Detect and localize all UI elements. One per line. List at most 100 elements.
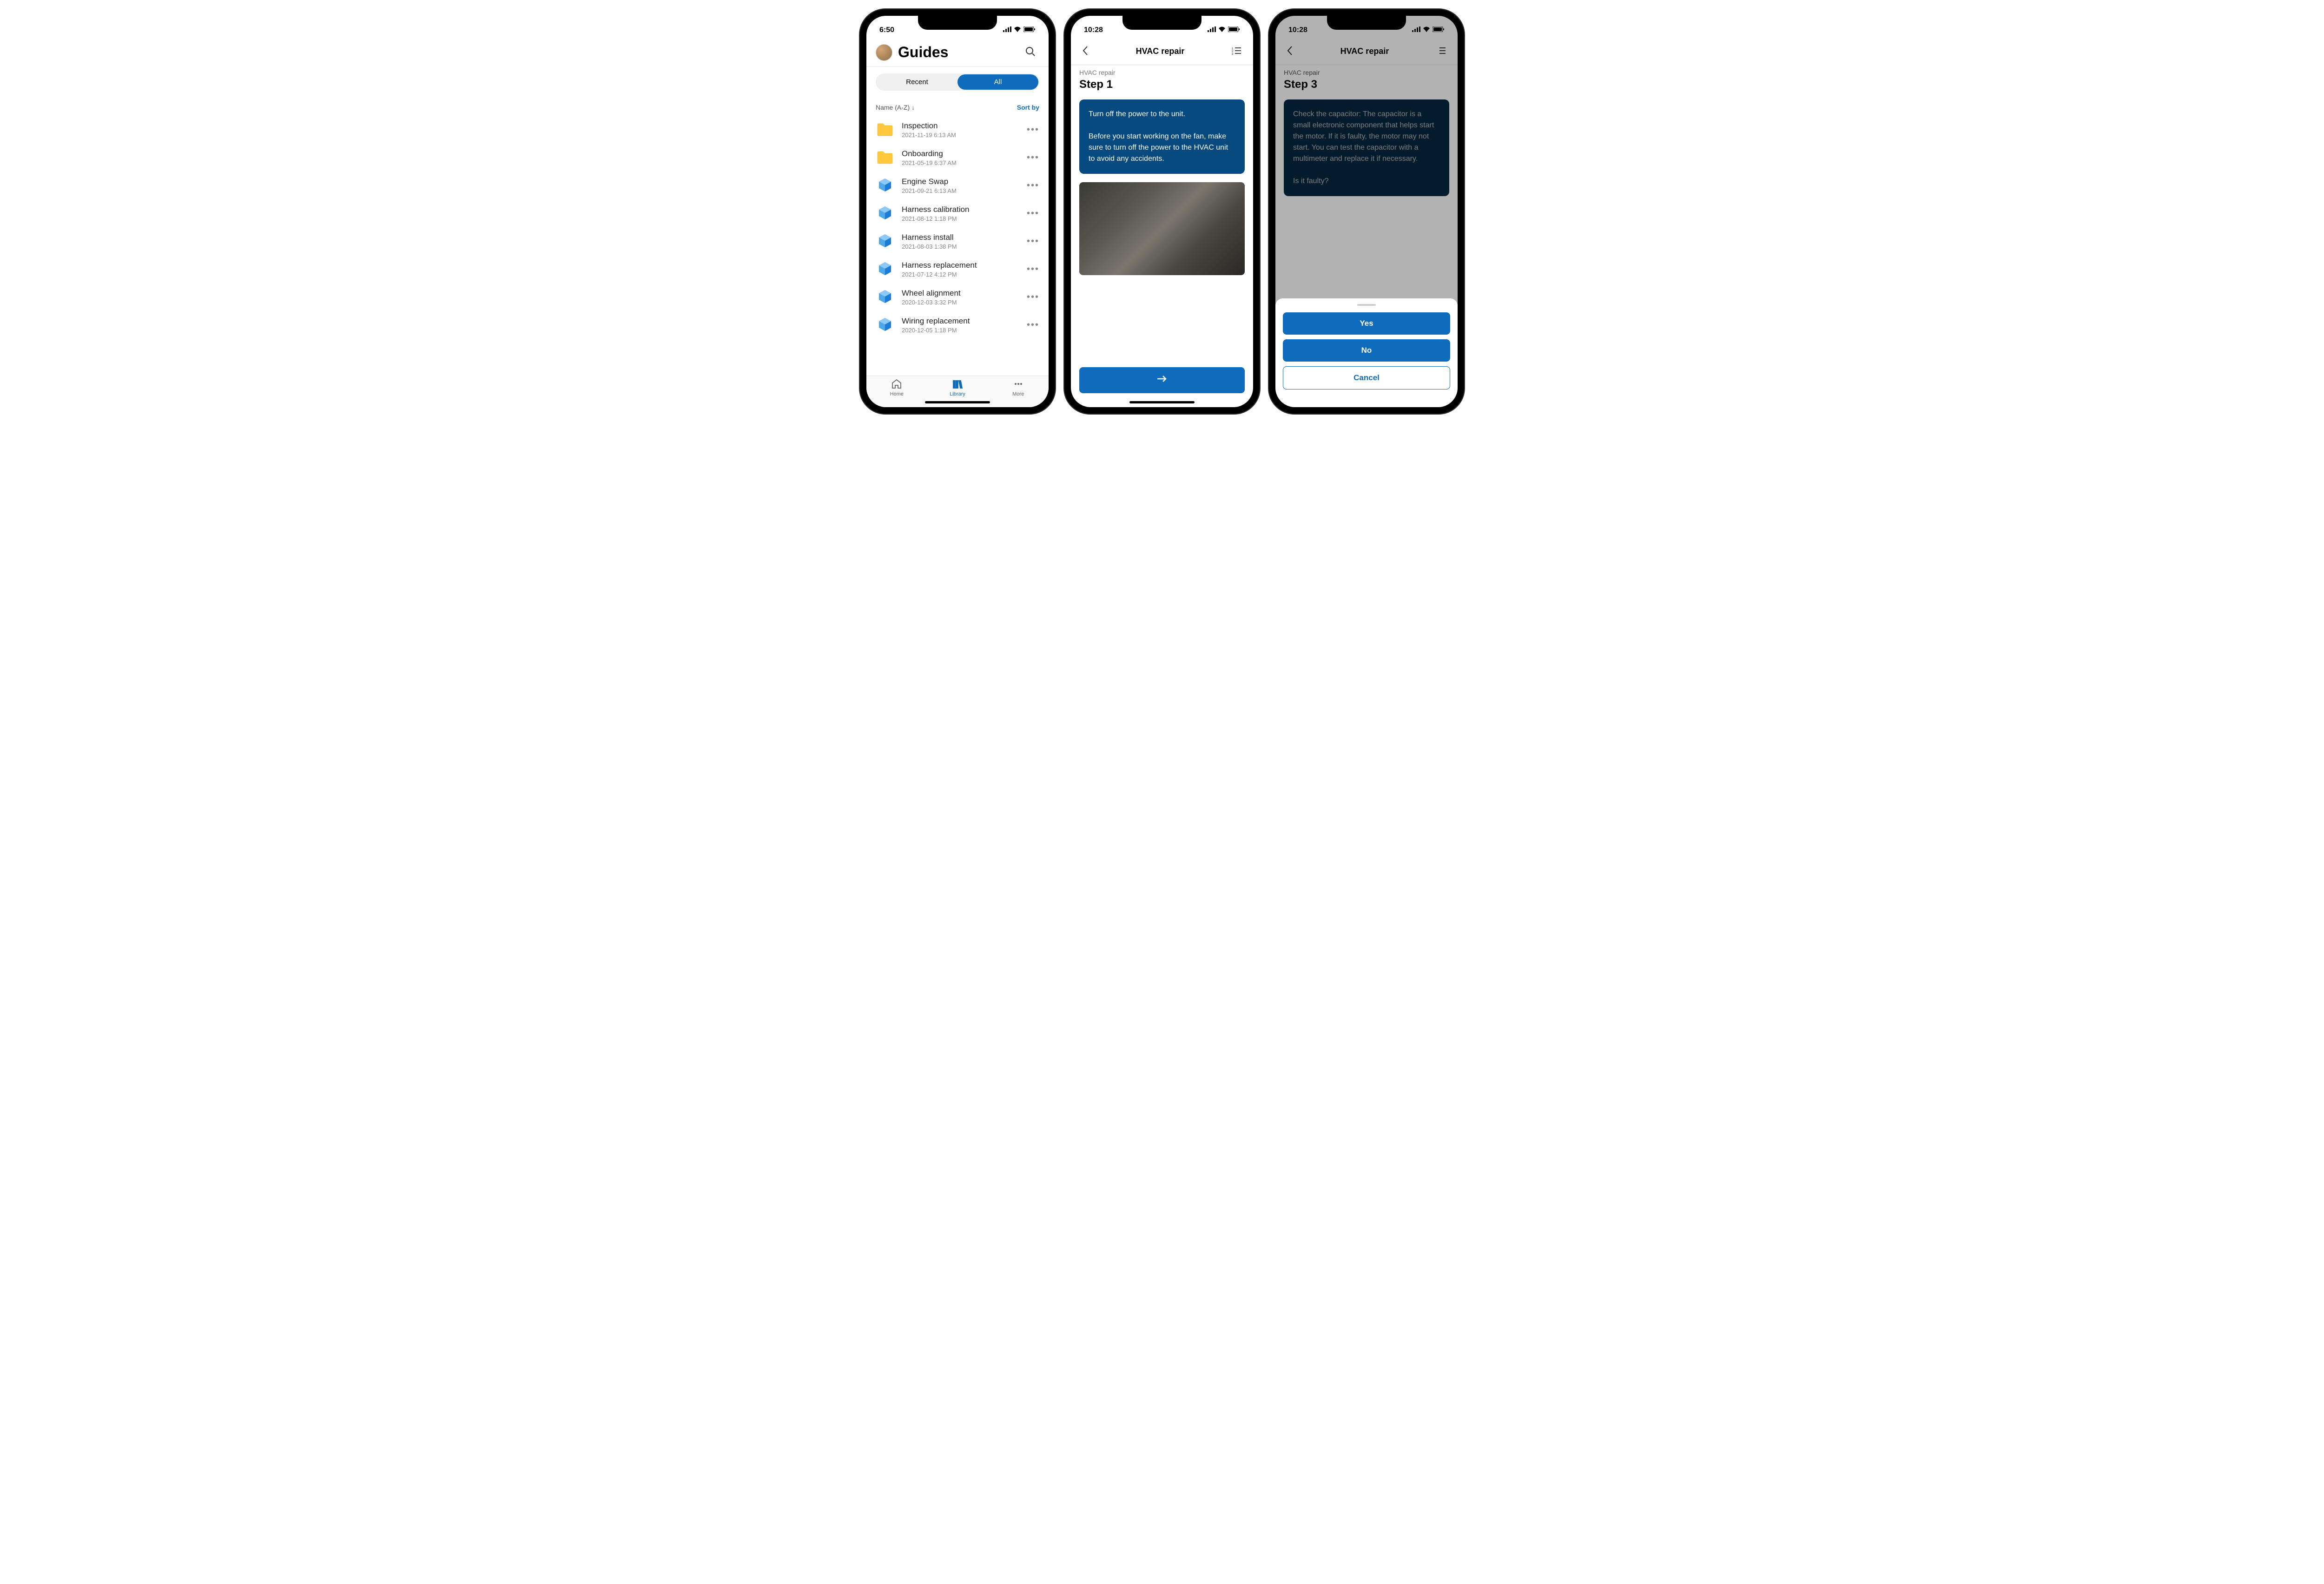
guide-icon bbox=[876, 288, 894, 306]
arrow-down-icon: ↓ bbox=[911, 104, 915, 111]
item-title: Harness install bbox=[902, 233, 1019, 242]
sheet-no-button[interactable]: No bbox=[1283, 339, 1450, 362]
notch bbox=[1122, 16, 1202, 30]
header-title: HVAC repair bbox=[1136, 46, 1185, 56]
item-body: Harness replacement2021-07-12 4:12 PM bbox=[902, 261, 1019, 278]
home-indicator[interactable] bbox=[925, 401, 990, 403]
wifi-icon bbox=[1014, 26, 1021, 34]
step-content[interactable]: HVAC repair Step 1 Turn off the power to… bbox=[1071, 65, 1253, 367]
sheet-yes-button[interactable]: Yes bbox=[1283, 312, 1450, 335]
item-body: Onboarding2021-05-19 6:37 AM bbox=[902, 149, 1019, 166]
step-header: HVAC repair 123 bbox=[1071, 38, 1253, 65]
sheet-cancel-button[interactable]: Cancel bbox=[1283, 366, 1450, 389]
notch bbox=[918, 16, 997, 30]
guide-icon bbox=[876, 260, 894, 278]
folder-icon bbox=[876, 148, 894, 167]
folder-icon bbox=[876, 120, 894, 139]
phone-frame-1: 6:50 Guides bbox=[860, 9, 1055, 414]
divider bbox=[866, 66, 1049, 67]
item-more-button[interactable]: ••• bbox=[1027, 208, 1039, 219]
notch bbox=[1327, 16, 1406, 30]
battery-icon bbox=[1228, 26, 1240, 34]
tab-library[interactable]: Library bbox=[927, 379, 988, 397]
tab-home[interactable]: Home bbox=[866, 379, 927, 397]
item-subtitle: 2021-11-19 6:13 AM bbox=[902, 132, 1019, 139]
item-subtitle: 2021-07-12 4:12 PM bbox=[902, 271, 1019, 278]
screen-step3: 10:28 HVAC repair HVAC repair Step 3 Che… bbox=[1275, 16, 1458, 407]
item-more-button[interactable]: ••• bbox=[1027, 320, 1039, 330]
item-title: Onboarding bbox=[902, 149, 1019, 158]
sort-by-button[interactable]: Sort by bbox=[1017, 104, 1039, 111]
list-item[interactable]: Engine Swap2021-09-21 6:13 AM ••• bbox=[866, 172, 1049, 199]
item-title: Wiring replacement bbox=[902, 317, 1019, 326]
chevron-left-icon bbox=[1082, 50, 1089, 57]
item-title: Harness replacement bbox=[902, 261, 1019, 270]
item-title: Wheel alignment bbox=[902, 289, 1019, 298]
item-subtitle: 2021-05-19 6:37 AM bbox=[902, 159, 1019, 166]
step-image[interactable] bbox=[1079, 182, 1245, 275]
list-item[interactable]: Harness install2021-08-03 1:38 PM ••• bbox=[866, 227, 1049, 255]
item-subtitle: 2021-08-12 1:18 PM bbox=[902, 215, 1019, 222]
list-item[interactable]: Wheel alignment2020-12-03 3:32 PM ••• bbox=[866, 283, 1049, 311]
segment-all[interactable]: All bbox=[957, 74, 1038, 90]
item-more-button[interactable]: ••• bbox=[1027, 236, 1039, 247]
avatar[interactable] bbox=[876, 44, 892, 61]
item-more-button[interactable]: ••• bbox=[1027, 152, 1039, 163]
list-item[interactable]: Inspection2021-11-19 6:13 AM ••• bbox=[866, 116, 1049, 144]
phone-frame-3: 10:28 HVAC repair HVAC repair Step 3 Che… bbox=[1269, 9, 1464, 414]
guide-name: HVAC repair bbox=[1079, 69, 1245, 76]
signal-icon bbox=[1208, 26, 1216, 34]
guides-list[interactable]: Inspection2021-11-19 6:13 AM•••Onboardin… bbox=[866, 116, 1049, 376]
guide-icon bbox=[876, 176, 894, 195]
item-title: Engine Swap bbox=[902, 177, 1019, 186]
battery-icon bbox=[1023, 26, 1036, 34]
segment-recent[interactable]: Recent bbox=[877, 74, 957, 90]
item-subtitle: 2021-09-21 6:13 AM bbox=[902, 187, 1019, 194]
sort-row: Name (A-Z) ↓ Sort by bbox=[866, 97, 1049, 116]
item-subtitle: 2020-12-03 3:32 PM bbox=[902, 299, 1019, 306]
svg-text:3: 3 bbox=[1232, 53, 1234, 55]
guide-icon bbox=[876, 204, 894, 223]
sheet-handle[interactable] bbox=[1357, 304, 1376, 306]
home-indicator[interactable] bbox=[1129, 401, 1195, 403]
item-subtitle: 2020-12-05 1:18 PM bbox=[902, 327, 1019, 334]
item-body: Inspection2021-11-19 6:13 AM bbox=[902, 121, 1019, 139]
segment-control: Recent All bbox=[876, 73, 1039, 91]
item-body: Harness install2021-08-03 1:38 PM bbox=[902, 233, 1019, 250]
search-button[interactable] bbox=[1022, 43, 1039, 62]
tab-more[interactable]: More bbox=[988, 379, 1049, 397]
step-list-button[interactable]: 123 bbox=[1229, 43, 1245, 59]
item-title: Inspection bbox=[902, 121, 1019, 131]
arrow-right-icon bbox=[1156, 375, 1168, 385]
item-more-button[interactable]: ••• bbox=[1027, 125, 1039, 135]
home-icon bbox=[891, 383, 902, 390]
list-item[interactable]: Onboarding2021-05-19 6:37 AM ••• bbox=[866, 144, 1049, 172]
list-item[interactable]: Harness calibration2021-08-12 1:18 PM ••• bbox=[866, 199, 1049, 227]
step-instruction-card: Turn off the power to the unit. Before y… bbox=[1079, 99, 1245, 174]
next-button[interactable] bbox=[1079, 367, 1245, 393]
item-subtitle: 2021-08-03 1:38 PM bbox=[902, 243, 1019, 250]
item-body: Wheel alignment2020-12-03 3:32 PM bbox=[902, 289, 1019, 306]
item-more-button[interactable]: ••• bbox=[1027, 180, 1039, 191]
library-icon bbox=[952, 383, 963, 390]
back-button[interactable] bbox=[1079, 43, 1091, 60]
item-body: Harness calibration2021-08-12 1:18 PM bbox=[902, 205, 1019, 222]
step-list-icon: 123 bbox=[1232, 50, 1242, 57]
item-title: Harness calibration bbox=[902, 205, 1019, 214]
item-more-button[interactable]: ••• bbox=[1027, 264, 1039, 275]
list-item[interactable]: Wiring replacement2020-12-05 1:18 PM ••• bbox=[866, 311, 1049, 339]
status-icons bbox=[1208, 26, 1240, 34]
item-more-button[interactable]: ••• bbox=[1027, 292, 1039, 303]
status-time: 6:50 bbox=[879, 26, 894, 34]
screen-step1: 10:28 HVAC repair 123 HVAC repair Step 1… bbox=[1071, 16, 1253, 407]
status-icons bbox=[1003, 26, 1036, 34]
more-icon bbox=[1013, 383, 1024, 390]
list-item[interactable]: Harness replacement2021-07-12 4:12 PM ••• bbox=[866, 255, 1049, 283]
search-icon bbox=[1025, 51, 1036, 58]
sort-label: Name (A-Z) ↓ bbox=[876, 104, 915, 111]
item-body: Engine Swap2021-09-21 6:13 AM bbox=[902, 177, 1019, 194]
guide-icon bbox=[876, 232, 894, 251]
status-time: 10:28 bbox=[1084, 26, 1103, 34]
wifi-icon bbox=[1218, 26, 1226, 34]
action-sheet: Yes No Cancel bbox=[1275, 298, 1458, 407]
